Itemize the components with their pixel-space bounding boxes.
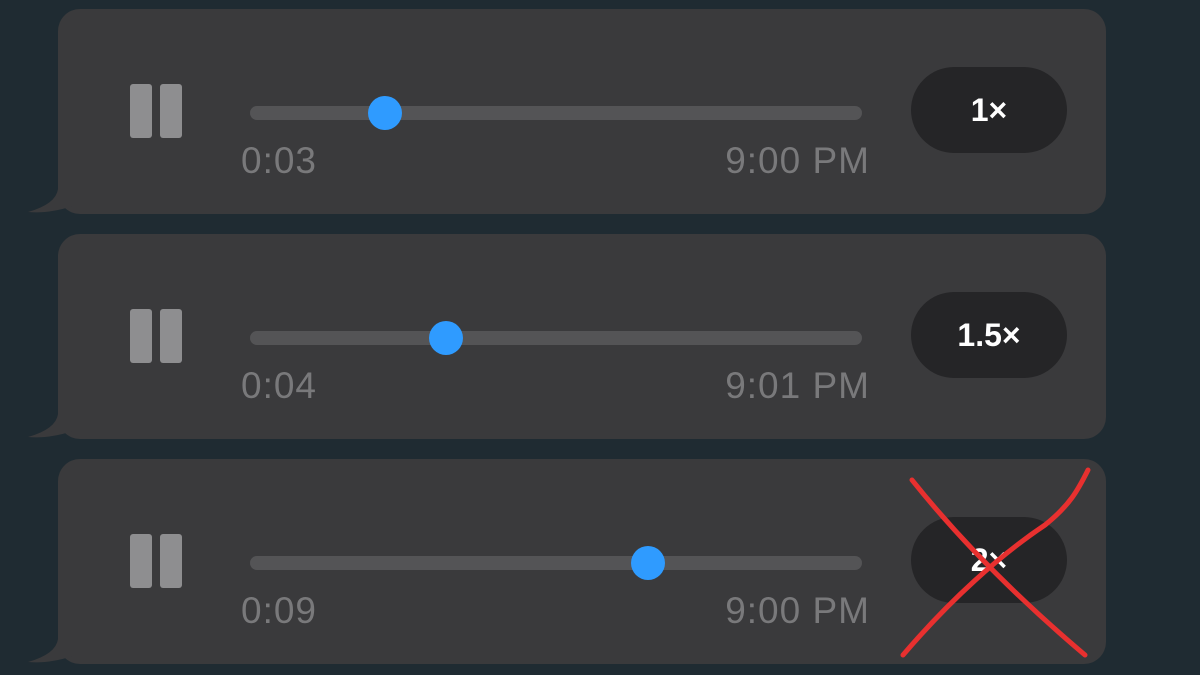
- playback-slider[interactable]: [250, 546, 862, 580]
- elapsed-time: 0:09: [241, 590, 318, 631]
- bubble-tail: [28, 604, 88, 663]
- message-timestamp: 9:00 PM: [725, 590, 870, 631]
- voice-message-bubble: 0:09 9:00 PM 2×: [28, 459, 1106, 664]
- playback-slider[interactable]: [250, 321, 862, 355]
- elapsed-time: 0:03: [241, 140, 318, 181]
- voice-message-bubble: 0:04 9:01 PM 1.5×: [28, 234, 1106, 439]
- playback-speed-button[interactable]: 1.5×: [911, 292, 1067, 378]
- slider-thumb[interactable]: [367, 96, 402, 130]
- pause-icon-left-bar: [130, 84, 152, 138]
- pause-icon-right-bar: [160, 309, 182, 363]
- pause-icon-left-bar: [130, 534, 152, 588]
- pause-icon-left-bar: [130, 309, 152, 363]
- pause-button[interactable]: [128, 309, 184, 365]
- playback-slider[interactable]: [250, 96, 862, 130]
- pause-button[interactable]: [128, 84, 184, 140]
- playback-speed-button[interactable]: 2×: [911, 517, 1067, 603]
- message-timestamp: 9:00 PM: [725, 140, 870, 181]
- message-timestamp: 9:01 PM: [725, 365, 870, 406]
- slider-thumb[interactable]: [428, 321, 463, 355]
- slider-thumb[interactable]: [630, 546, 665, 580]
- playback-speed-button[interactable]: 1×: [911, 67, 1067, 153]
- elapsed-time: 0:04: [241, 365, 318, 406]
- voice-message-list: 0:03 9:00 PM 1× 0:04 9:01 PM 1.5× 0:09 9…: [0, 0, 1200, 675]
- pause-button[interactable]: [128, 534, 184, 590]
- voice-message-bubble: 0:03 9:00 PM 1×: [28, 9, 1106, 214]
- pause-icon-right-bar: [160, 84, 182, 138]
- bubble-tail: [28, 379, 88, 438]
- pause-icon-right-bar: [160, 534, 182, 588]
- bubble-tail: [28, 154, 88, 213]
